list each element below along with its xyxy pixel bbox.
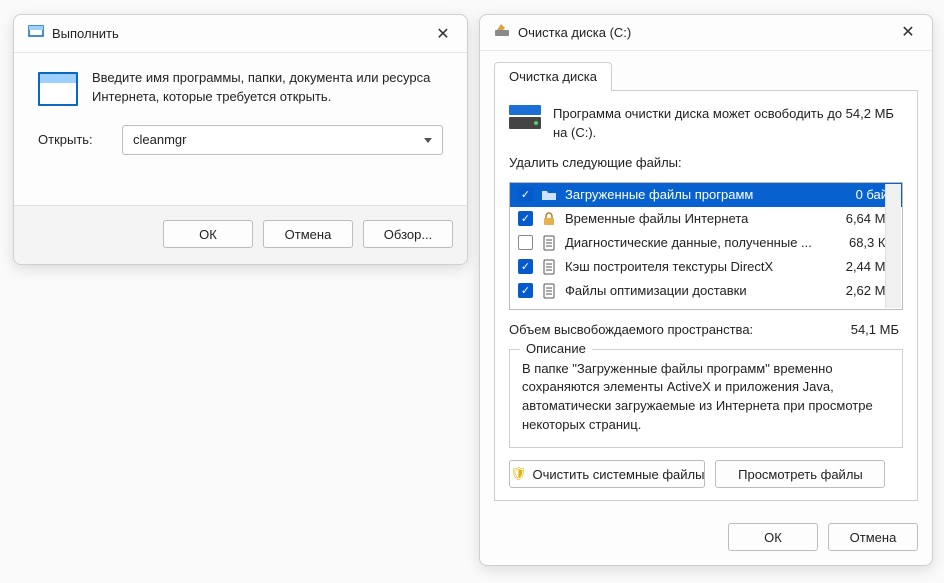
run-command-value: cleanmgr (133, 132, 186, 147)
run-app-icon (28, 23, 44, 44)
cancel-button[interactable]: Отмена (263, 220, 353, 248)
folder-icon (541, 187, 557, 203)
file-size: 2,62 МБ (824, 283, 894, 298)
action-row: 🛡 Очистить системные файлы Просмотреть ф… (509, 460, 903, 488)
clean-system-files-button[interactable]: 🛡 Очистить системные файлы (509, 460, 705, 488)
file-list-row[interactable]: ✓ Временные файлы Интернета 6,64 МБ (510, 207, 902, 231)
delete-files-label: Удалить следующие файлы: (509, 155, 903, 170)
checkbox[interactable]: ✓ (518, 283, 533, 298)
checkbox[interactable]: ✓ (518, 211, 533, 226)
total-label: Объем высвобождаемого пространства: (509, 322, 753, 337)
tab-row: Очистка диска (494, 61, 918, 91)
drive-icon (509, 105, 541, 129)
checkbox[interactable]: ✓ (518, 187, 533, 202)
run-button-row: ОК Отмена Обзор... (14, 205, 467, 264)
file-size: 6,64 МБ (824, 211, 894, 226)
file-list-row[interactable]: Диагностические данные, полученные ... 68… (510, 231, 902, 255)
tab-page: Программа очистки диска может освободить… (494, 91, 918, 501)
total-value: 54,1 МБ (851, 322, 903, 337)
file-list-row[interactable]: ✓ Файлы оптимизации доставки 2,62 МБ (510, 279, 902, 303)
close-icon[interactable]: ✕ (433, 24, 453, 44)
file-size: 2,44 МБ (824, 259, 894, 274)
checkbox[interactable] (518, 235, 533, 250)
page-icon (541, 283, 557, 299)
tab-cleanup[interactable]: Очистка диска (494, 62, 612, 91)
file-name: Файлы оптимизации доставки (565, 283, 816, 298)
view-files-button[interactable]: Просмотреть файлы (715, 460, 885, 488)
dc-title: Очистка диска (C:) (518, 25, 890, 40)
ok-button[interactable]: ОК (163, 220, 253, 248)
file-name: Диагностические данные, полученные ... (565, 235, 816, 250)
run-titlebar: Выполнить ✕ (14, 15, 467, 53)
description-text: В папке "Загруженные файлы программ" вре… (522, 360, 890, 435)
page-icon (541, 259, 557, 275)
description-legend: Описание (520, 341, 592, 356)
file-list-row[interactable]: ✓ Кэш построителя текстуры DirectX 2,44 МБ (510, 255, 902, 279)
page-icon (541, 235, 557, 251)
file-name: Временные файлы Интернета (565, 211, 816, 226)
drive-info-row: Программа очистки диска может освободить… (509, 105, 903, 143)
run-description: Введите имя программы, папки, документа … (92, 69, 443, 107)
run-large-icon (38, 72, 78, 106)
shield-icon: 🛡 (510, 466, 527, 482)
run-open-row: Открыть: cleanmgr (14, 107, 467, 155)
run-title: Выполнить (52, 26, 425, 41)
file-name: Кэш построителя текстуры DirectX (565, 259, 816, 274)
file-size: 68,3 КБ (824, 235, 894, 250)
file-list[interactable]: ✓ Загруженные файлы программ 0 байт ✓ Времен… (509, 182, 903, 310)
disk-cleanup-icon (494, 22, 510, 43)
drive-info-text: Программа очистки диска может освободить… (553, 105, 903, 143)
run-dialog: Выполнить ✕ Введите имя программы, папки… (13, 14, 468, 265)
file-name: Загруженные файлы программ (565, 187, 816, 202)
dc-body: Очистка диска Программа очистки диска мо… (480, 51, 932, 513)
disk-cleanup-dialog: Очистка диска (C:) ✕ Очистка диска Прогр… (479, 14, 933, 566)
browse-button[interactable]: Обзор... (363, 220, 453, 248)
file-list-row[interactable]: ✓ Загруженные файлы программ 0 байт (510, 183, 902, 207)
lock-icon (541, 211, 557, 227)
scrollbar[interactable] (885, 184, 901, 308)
dc-button-row: ОК Отмена (480, 513, 932, 565)
total-row: Объем высвобождаемого пространства: 54,1… (509, 322, 903, 337)
run-open-label: Открыть: (38, 132, 108, 147)
dc-titlebar: Очистка диска (C:) ✕ (480, 15, 932, 51)
close-icon[interactable]: ✕ (898, 22, 918, 42)
run-body: Введите имя программы, папки, документа … (14, 53, 467, 107)
cancel-button[interactable]: Отмена (828, 523, 918, 551)
ok-button[interactable]: ОК (728, 523, 818, 551)
description-group: Описание В папке "Загруженные файлы прог… (509, 349, 903, 448)
run-command-combobox[interactable]: cleanmgr (122, 125, 443, 155)
file-size: 0 байт (824, 187, 894, 202)
checkbox[interactable]: ✓ (518, 259, 533, 274)
